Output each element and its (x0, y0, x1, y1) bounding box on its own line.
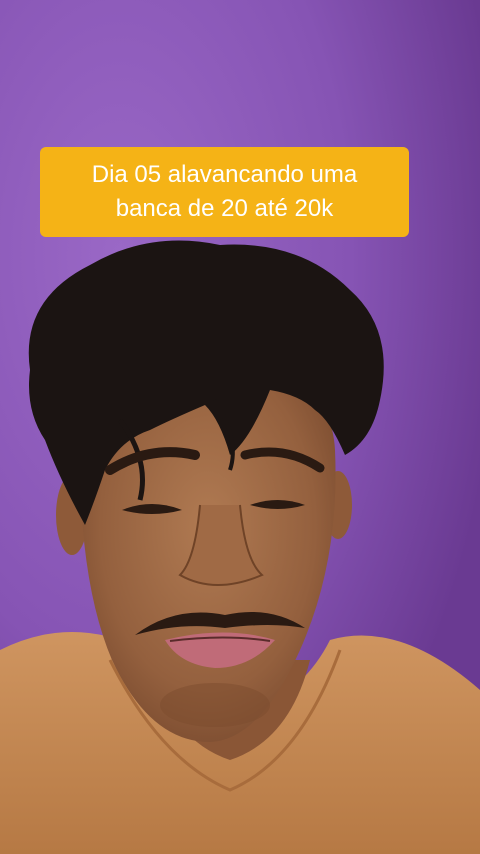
video-frame: Dia 05 alavancando uma banca de 20 até 2… (0, 0, 480, 854)
caption-line-2: banca de 20 até 20k (115, 195, 334, 222)
caption-line-1: Dia 05 alavancando uma (91, 161, 358, 188)
scene-illustration (0, 0, 480, 854)
caption-banner: Dia 05 alavancando uma banca de 20 até 2… (40, 147, 409, 237)
